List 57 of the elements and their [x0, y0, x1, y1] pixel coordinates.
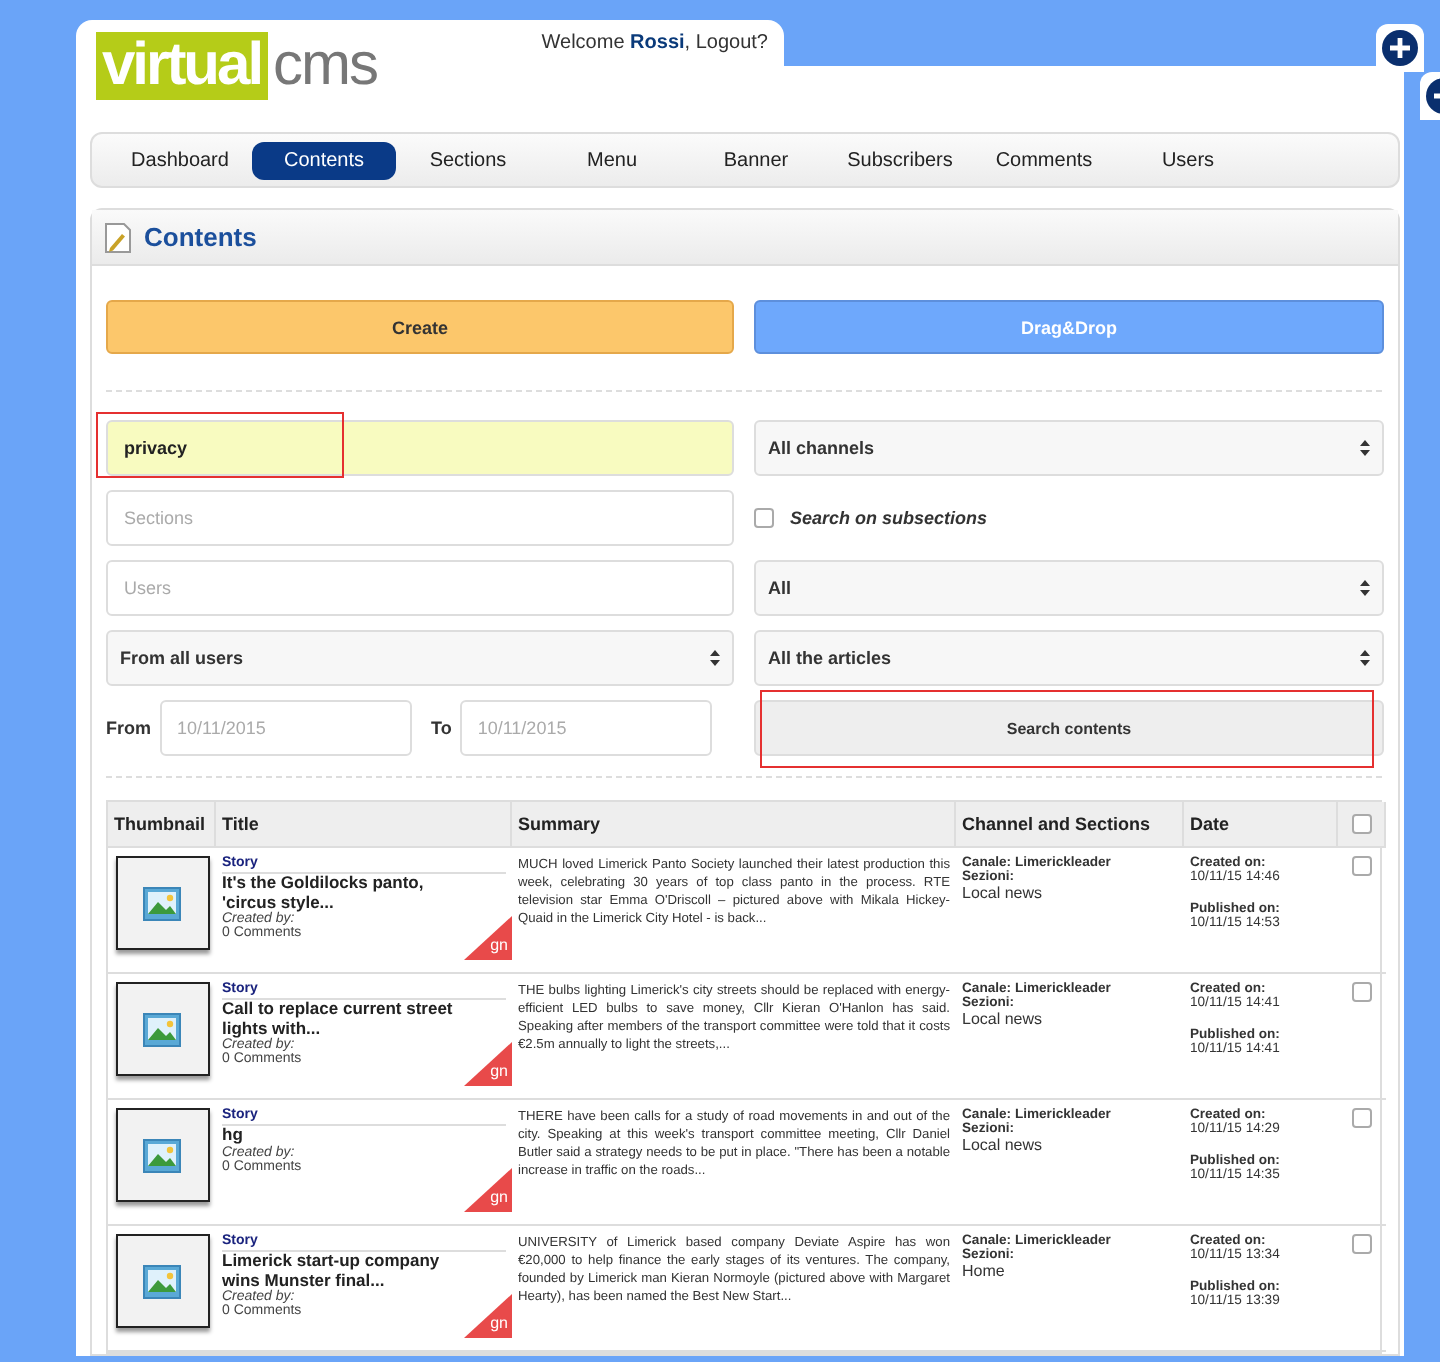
section-name: Local news [962, 1010, 1045, 1028]
checkbox-label: Search on subsections [790, 508, 988, 528]
source-badge: gn [464, 1168, 512, 1212]
sections-field[interactable]: Sections [106, 490, 734, 546]
source-badge: gn [464, 1294, 512, 1338]
nav-tab[interactable]: Comments [972, 141, 1116, 179]
nav-tab[interactable]: Menu [540, 141, 684, 179]
nav-tab[interactable]: Sections [396, 141, 540, 179]
content-title[interactable]: hg [222, 1126, 506, 1145]
content-title[interactable]: Call to replace current street lights with... [222, 1000, 506, 1038]
create-button[interactable]: Create [106, 300, 734, 354]
user-scope-select[interactable]: From all users [106, 630, 734, 686]
section-name: Home [962, 1262, 1007, 1280]
search-contents-button[interactable]: Search contents [754, 700, 1384, 756]
nav-tab[interactable]: Dashboard [108, 141, 252, 179]
column-header: Date [1184, 802, 1338, 848]
select-arrows-icon [710, 650, 720, 666]
date-label: To [431, 718, 452, 738]
source-badge: gn [464, 1042, 512, 1086]
date-label: From [106, 718, 151, 738]
nav-tab[interactable]: Contents [252, 141, 396, 179]
column-header: Title [216, 802, 512, 848]
status-select[interactable]: All [754, 560, 1384, 616]
users-field[interactable]: Users [106, 560, 734, 616]
welcome-text: Welcome Rossi, Logout? [541, 32, 768, 58]
nav-tab[interactable]: Banner [684, 141, 828, 179]
column-header: Thumbnail [108, 802, 216, 848]
checkbox[interactable] [754, 508, 774, 528]
channel-select[interactable]: All channels [754, 420, 1384, 476]
section-name: Local news [962, 1136, 1045, 1154]
section-title: Contents [144, 222, 257, 252]
image-icon [142, 1137, 182, 1173]
source-badge: gn [464, 916, 512, 960]
content-title[interactable]: It's the Goldilocks panto, 'circus style... [222, 874, 506, 912]
select-arrows-icon [1360, 580, 1370, 596]
content-title[interactable]: Limerick start-up company wins Munster final... [222, 1252, 506, 1290]
date-field[interactable]: 10/11/2015 [159, 700, 411, 756]
row-checkbox[interactable] [1352, 982, 1372, 1002]
column-header: Summary [512, 802, 956, 848]
nav-tab[interactable]: Subscribers [828, 141, 972, 179]
nav-tab[interactable]: Users [1116, 141, 1260, 179]
row-checkbox[interactable] [1352, 1108, 1372, 1128]
logo: virtual cms [96, 32, 378, 100]
image-icon [142, 1011, 182, 1047]
row-checkbox[interactable] [1352, 1234, 1372, 1254]
articles-select[interactable]: All the articles [754, 630, 1384, 686]
row-checkbox[interactable] [1352, 856, 1372, 876]
select-arrows-icon [1360, 650, 1370, 666]
section-name: Local news [962, 884, 1045, 902]
select-all-checkbox[interactable] [1351, 814, 1371, 834]
date-field[interactable]: 10/11/2015 [459, 700, 712, 756]
column-header: Channel and Sections [956, 802, 1184, 848]
select-arrows-icon [1360, 440, 1370, 456]
image-icon [142, 1263, 182, 1299]
edit-document-icon [104, 221, 132, 253]
image-icon [142, 885, 182, 921]
search-field[interactable]: privacy [106, 420, 734, 476]
